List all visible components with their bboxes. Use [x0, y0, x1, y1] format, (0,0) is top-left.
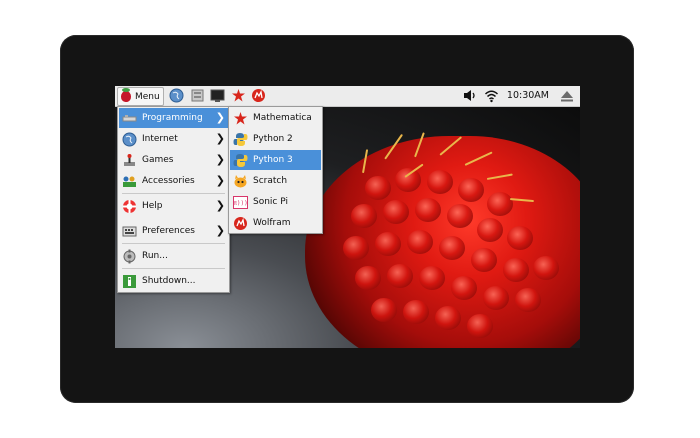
mathematica-icon[interactable] [231, 88, 246, 103]
mathematica-icon [233, 111, 248, 126]
taskbar: Menu 10:30AM [115, 86, 580, 107]
main-menu-item-shutdown[interactable]: Shutdown... [119, 271, 228, 291]
submenu-item-label: Mathematica [253, 113, 312, 123]
chevron-right-icon: ❯ [215, 199, 225, 212]
submenu-item-scratch[interactable]: Scratch [230, 171, 321, 191]
main-menu-item-label: Internet [142, 134, 178, 144]
submenu-item-sonic-pi[interactable]: π))) Sonic Pi [230, 192, 321, 212]
submenu-item-mathematica[interactable]: Mathematica [230, 108, 321, 128]
chevron-right-icon: ❯ [215, 153, 225, 166]
main-menu-item-help[interactable]: Help ❯ [119, 196, 228, 216]
sonic-pi-icon: π))) [233, 195, 248, 210]
main-menu-item-label: Games [142, 155, 174, 165]
submenu-item-wolfram[interactable]: Wolfram [230, 213, 321, 233]
menu-separator [122, 268, 225, 269]
run-icon [122, 249, 137, 264]
main-menu-item-internet[interactable]: Internet ❯ [119, 129, 228, 149]
python-icon [233, 153, 248, 168]
menu-button[interactable]: Menu [117, 87, 164, 106]
main-menu-item-preferences[interactable]: Preferences ❯ [119, 221, 228, 241]
main-menu-item-run[interactable]: Run... [119, 246, 228, 266]
programming-submenu: Mathematica Python 2 Python 3 Scratch π)… [228, 106, 323, 234]
preferences-icon [122, 224, 137, 239]
accessories-icon [122, 174, 137, 189]
chevron-right-icon: ❯ [215, 111, 225, 124]
python-icon [233, 132, 248, 147]
screen: Menu 10:30AM Programming ❯ Internet ❯ Ga… [115, 86, 580, 348]
menu-separator [122, 243, 225, 244]
submenu-item-label: Python 2 [253, 134, 293, 144]
globe-icon [122, 132, 137, 147]
eject-icon[interactable] [560, 88, 574, 102]
main-menu-item-accessories[interactable]: Accessories ❯ [119, 171, 228, 191]
submenu-item-label: Wolfram [253, 218, 291, 228]
programming-icon [122, 111, 137, 126]
svg-text:π))): π))) [233, 200, 247, 207]
main-menu-item-label: Shutdown... [142, 276, 196, 286]
file-manager-icon[interactable] [190, 88, 205, 103]
wolfram-icon[interactable] [251, 88, 266, 103]
chevron-right-icon: ❯ [215, 132, 225, 145]
submenu-item-label: Python 3 [253, 155, 293, 165]
chevron-right-icon: ❯ [215, 224, 225, 237]
raspberry-icon [121, 88, 131, 102]
main-menu-item-games[interactable]: Games ❯ [119, 150, 228, 170]
wolfram-icon [233, 216, 248, 231]
submenu-item-label: Scratch [253, 176, 288, 186]
submenu-item-python-3[interactable]: Python 3 [230, 150, 321, 170]
menu-separator [122, 193, 225, 194]
main-menu-item-label: Run... [142, 251, 168, 261]
games-icon [122, 153, 137, 168]
menu-button-label: Menu [135, 91, 160, 102]
main-menu-item-label: Help [142, 201, 163, 211]
main-menu: Programming ❯ Internet ❯ Games ❯ Accesso… [117, 106, 230, 293]
submenu-item-python-2[interactable]: Python 2 [230, 129, 321, 149]
scratch-icon [233, 174, 248, 189]
terminal-icon[interactable] [210, 88, 225, 103]
shutdown-icon [122, 274, 137, 289]
help-icon [122, 199, 137, 214]
main-menu-item-programming[interactable]: Programming ❯ [119, 108, 228, 128]
clock[interactable]: 10:30AM [507, 90, 549, 101]
wifi-icon[interactable] [484, 88, 499, 103]
chevron-right-icon: ❯ [215, 174, 225, 187]
globe-icon[interactable] [169, 88, 184, 103]
main-menu-item-label: Programming [142, 113, 203, 123]
volume-icon[interactable] [462, 88, 477, 103]
submenu-item-label: Sonic Pi [253, 197, 288, 207]
main-menu-item-label: Preferences [142, 226, 195, 236]
main-menu-item-label: Accessories [142, 176, 195, 186]
